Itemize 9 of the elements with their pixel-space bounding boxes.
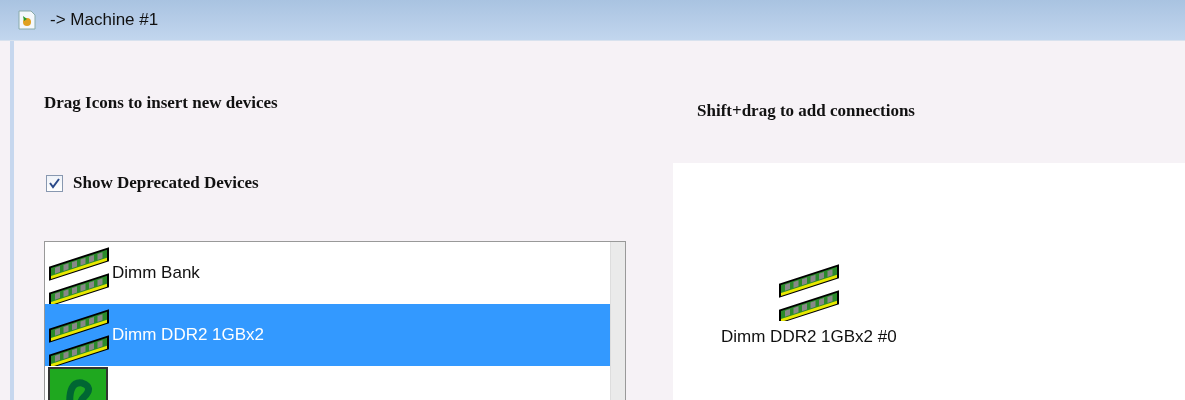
- window-title: -> Machine #1: [50, 10, 159, 30]
- scrollbar[interactable]: [610, 242, 625, 400]
- device-list-item[interactable]: Dimm Bank: [45, 242, 610, 304]
- device-label: Dimm DDR2 1GBx2 #0: [721, 327, 897, 347]
- checkbox[interactable]: [46, 174, 63, 192]
- instruction-heading: Drag Icons to insert new devices: [44, 93, 279, 113]
- instruction-heading: Shift+drag to add connections: [697, 101, 916, 121]
- document-icon: [18, 10, 36, 30]
- checkbox-label: Show Deprecated Devices: [73, 173, 259, 193]
